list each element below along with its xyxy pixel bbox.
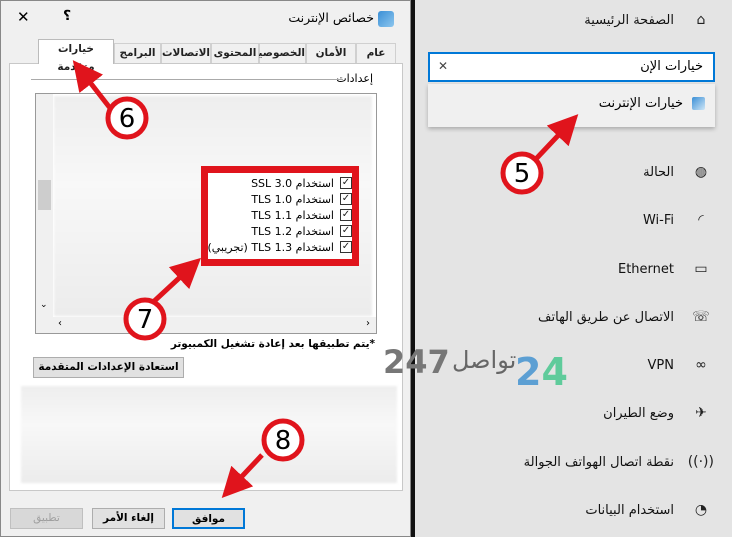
- annotation-arrow-7: [148, 257, 202, 307]
- svg-text:8: 8: [275, 426, 292, 456]
- svg-text:7: 7: [137, 305, 154, 335]
- annotation-arrow-6: [72, 60, 112, 110]
- annotation-arrow-8: [221, 453, 264, 498]
- svg-text:6: 6: [119, 104, 136, 134]
- annotation-marker-5: 5: [500, 151, 544, 195]
- annotation-marker-7: 7: [123, 297, 167, 341]
- annotation-overlay: 5 6 7 8: [72, 60, 579, 498]
- svg-text:5: 5: [514, 159, 531, 189]
- annotation-marker-8: 8: [261, 418, 305, 462]
- annotation-marker-6: 6: [105, 96, 149, 140]
- annotation-arrow-5: [533, 114, 579, 162]
